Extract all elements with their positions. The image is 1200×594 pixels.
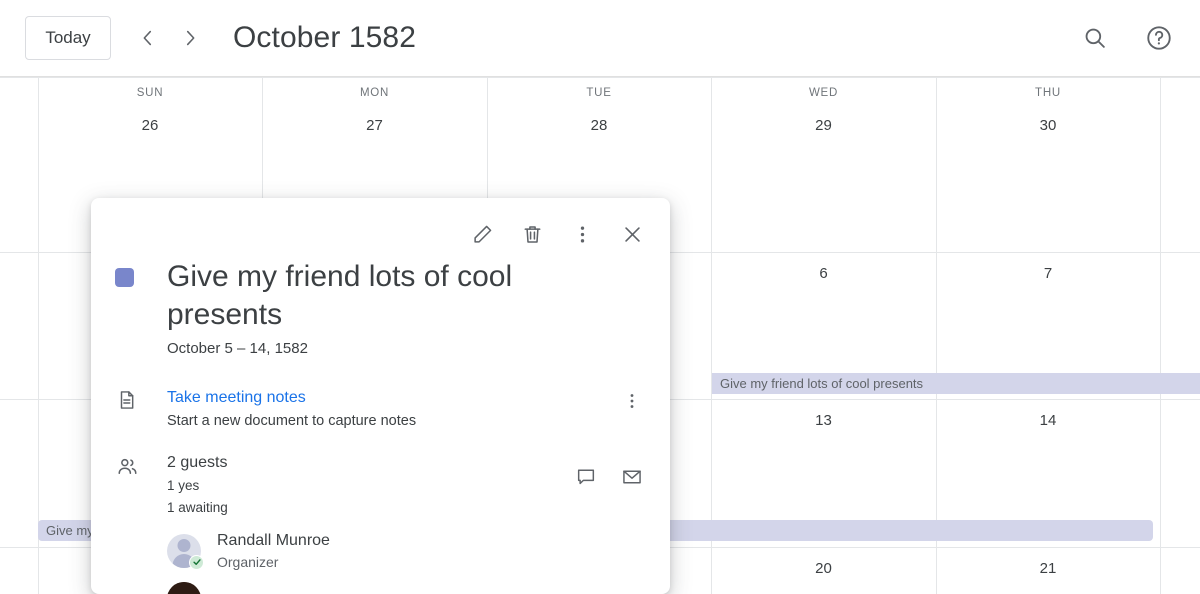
event-title: Give my friend lots of cool presents (167, 258, 547, 334)
event-color-chip (115, 268, 134, 287)
trash-icon (521, 223, 544, 246)
calendar-event-bar[interactable] (670, 520, 1153, 541)
calendar-event-bar[interactable]: Give my friend lots of cool presents (38, 520, 92, 541)
avatar-wrapper (167, 534, 201, 568)
meeting-notes-section: Take meeting notes Start a new document … (115, 387, 646, 429)
day-number-cell[interactable]: 29 (711, 117, 936, 134)
close-popup-button[interactable] (612, 214, 652, 254)
more-options-button[interactable] (562, 214, 602, 254)
grid-line-vertical (1160, 77, 1161, 594)
meeting-notes-description: Start a new document to capture notes (167, 413, 618, 429)
day-number-cell[interactable]: 20 (711, 560, 936, 577)
page-title: October 1582 (233, 21, 416, 55)
guest-role: Organizer (217, 554, 330, 570)
grid-line-horizontal (0, 77, 1200, 78)
email-guests-button[interactable] (618, 463, 646, 491)
day-header-mon: MON (262, 87, 487, 99)
pencil-icon (471, 223, 494, 246)
edit-event-button[interactable] (462, 214, 502, 254)
day-number-cell[interactable]: 26 (38, 117, 262, 134)
chevron-left-icon (137, 27, 159, 49)
guest-awaiting-count: 1 awaiting (167, 498, 572, 517)
document-icon-wrapper (115, 387, 139, 411)
previous-period-button[interactable] (127, 17, 169, 59)
people-icon (116, 455, 139, 478)
avatar-hair (167, 582, 201, 594)
day-number-cell[interactable]: 28 (487, 117, 711, 134)
guests-summary: 2 guests 1 yes 1 awaiting (167, 453, 572, 517)
popup-action-bar (91, 198, 670, 258)
popup-content: Give my friend lots of cool presents Oct… (91, 258, 670, 594)
calendar-app: Today October 1582 (0, 0, 1200, 594)
check-icon (192, 557, 202, 567)
event-date-range: October 5 – 14, 1582 (167, 340, 547, 357)
event-details-popup: Give my friend lots of cool presents Oct… (91, 198, 670, 594)
grid-line-vertical (936, 77, 937, 594)
day-header-tue: TUE (487, 87, 711, 99)
close-icon (621, 223, 644, 246)
day-number-cell[interactable]: 7 (936, 265, 1160, 282)
people-icon-wrapper (115, 453, 139, 478)
day-header-sun: SUN (38, 87, 262, 99)
toolbar-actions (1074, 17, 1180, 59)
guest-list-item[interactable]: Randall Munroe Organizer (167, 531, 646, 570)
guest-name: Randall Munroe (217, 531, 330, 551)
day-number-cell[interactable]: 30 (936, 117, 1160, 134)
chat-bubble-icon (575, 466, 597, 488)
message-guests-button[interactable] (572, 463, 600, 491)
delete-event-button[interactable] (512, 214, 552, 254)
calendar-event-bar[interactable]: Give my friend lots of cool presents (712, 373, 1200, 394)
day-header-thu: THU (936, 87, 1160, 99)
chevron-right-icon (179, 27, 201, 49)
event-title-block: Give my friend lots of cool presents Oct… (167, 258, 547, 357)
guests-section: 2 guests 1 yes 1 awaiting (115, 453, 646, 517)
kebab-menu-icon (571, 223, 594, 246)
grid-line-vertical (38, 77, 39, 594)
help-button[interactable] (1138, 17, 1180, 59)
grid-line-vertical (711, 77, 712, 594)
document-icon (116, 389, 138, 411)
search-button[interactable] (1074, 17, 1116, 59)
day-number-cell[interactable]: 27 (262, 117, 487, 134)
guest-count-label: 2 guests (167, 453, 572, 473)
today-button[interactable]: Today (25, 16, 111, 60)
kebab-menu-icon (622, 391, 642, 411)
day-number-cell[interactable]: 6 (711, 265, 936, 282)
envelope-icon (621, 466, 643, 488)
help-circle-icon (1145, 24, 1173, 52)
search-icon (1082, 25, 1108, 51)
take-meeting-notes-link[interactable]: Take meeting notes (167, 387, 618, 408)
avatar-head (178, 539, 191, 552)
day-header-wed: WED (711, 87, 936, 99)
guest-info: Randall Munroe Organizer (217, 531, 330, 570)
meeting-notes-text: Take meeting notes Start a new document … (167, 387, 618, 429)
avatar (167, 582, 201, 594)
next-period-button[interactable] (169, 17, 211, 59)
meeting-notes-more-button[interactable] (618, 387, 646, 415)
day-number-cell[interactable]: 13 (711, 412, 936, 429)
top-toolbar: Today October 1582 (0, 0, 1200, 77)
guest-action-icons (572, 453, 646, 491)
avatar-wrapper (167, 582, 201, 594)
day-number-cell[interactable]: 14 (936, 412, 1160, 429)
event-title-row: Give my friend lots of cool presents Oct… (115, 258, 646, 357)
day-number-cell[interactable]: 21 (936, 560, 1160, 577)
guest-yes-count: 1 yes (167, 476, 572, 495)
rsvp-accepted-badge (189, 555, 204, 570)
guest-list-item[interactable] (167, 582, 646, 594)
guest-list: Randall Munroe Organizer (167, 531, 646, 594)
